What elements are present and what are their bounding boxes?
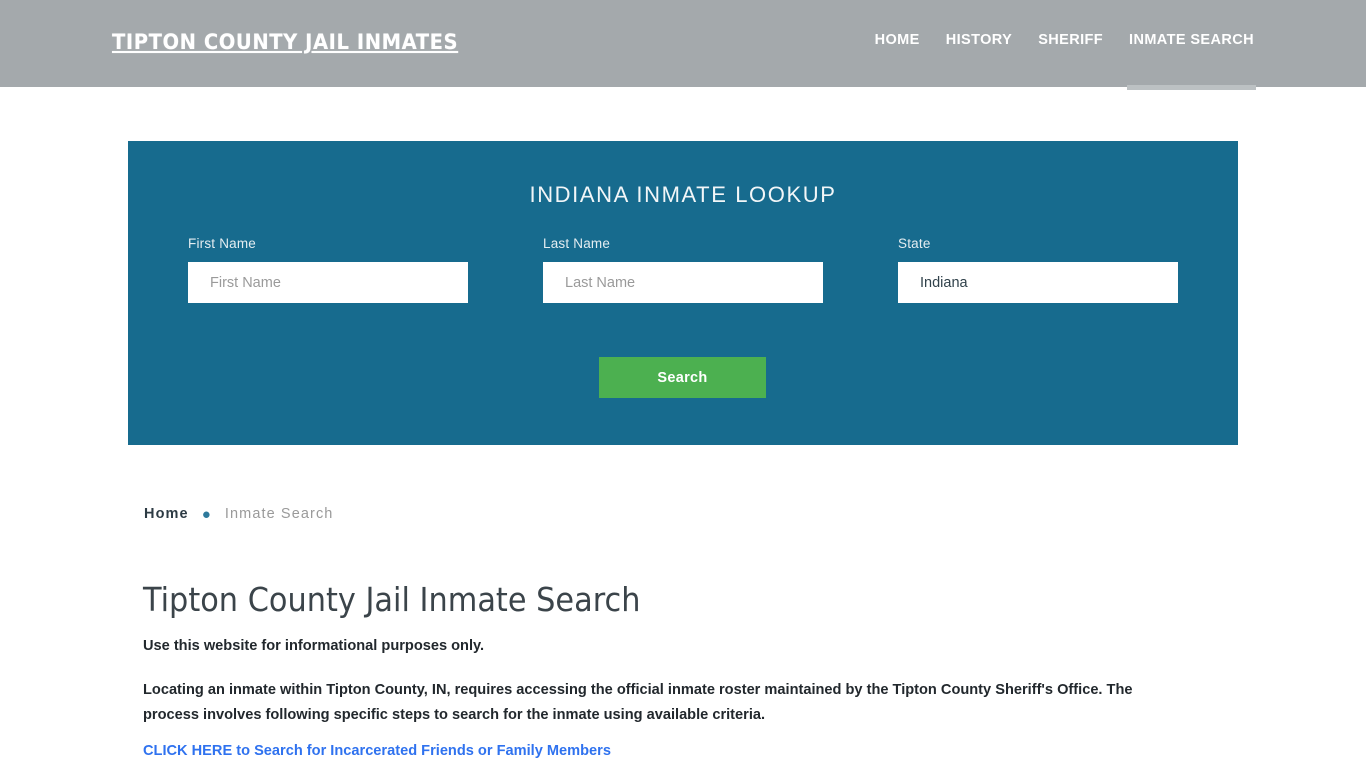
inmate-search-cta-link[interactable]: CLICK HERE to Search for Incarcerated Fr… (143, 743, 611, 759)
breadcrumb-home[interactable]: Home (144, 506, 189, 522)
breadcrumb: Home ● Inmate Search (144, 506, 333, 522)
breadcrumb-separator-icon: ● (201, 505, 212, 523)
lookup-panel-title: INDIANA INMATE LOOKUP (529, 182, 837, 207)
nav-item-home[interactable]: HOME (875, 32, 920, 52)
nav-item-sheriff[interactable]: SHERIFF (1038, 32, 1103, 52)
state-input[interactable] (898, 262, 1178, 303)
search-button[interactable]: Search (599, 357, 766, 398)
state-field-group: State (898, 236, 1178, 303)
first-name-input[interactable] (188, 262, 468, 303)
site-header: TIPTON COUNTY JAIL INMATES HOME HISTORY … (0, 0, 1366, 90)
nav-item-history[interactable]: HISTORY (946, 32, 1012, 52)
inmate-lookup-panel: INDIANA INMATE LOOKUP First Name Last Na… (128, 141, 1238, 445)
page-title: Tipton County Jail Inmate Search (143, 580, 641, 619)
first-name-label: First Name (188, 236, 257, 251)
site-logo[interactable]: TIPTON COUNTY JAIL INMATES (112, 30, 458, 54)
nav-item-inmate-search[interactable]: INMATE SEARCH (1127, 32, 1256, 90)
state-label: State (898, 236, 931, 251)
breadcrumb-current: Inmate Search (224, 506, 334, 522)
last-name-label: Last Name (543, 236, 611, 251)
lead-paragraph: Use this website for informational purpo… (143, 638, 485, 654)
first-name-field-group: First Name (188, 236, 468, 303)
body-paragraph: Locating an inmate within Tipton County,… (143, 682, 1133, 723)
last-name-input[interactable] (543, 262, 823, 303)
last-name-field-group: Last Name (543, 236, 823, 303)
main-navigation: HOME HISTORY SHERIFF INMATE SEARCH (875, 32, 1256, 90)
